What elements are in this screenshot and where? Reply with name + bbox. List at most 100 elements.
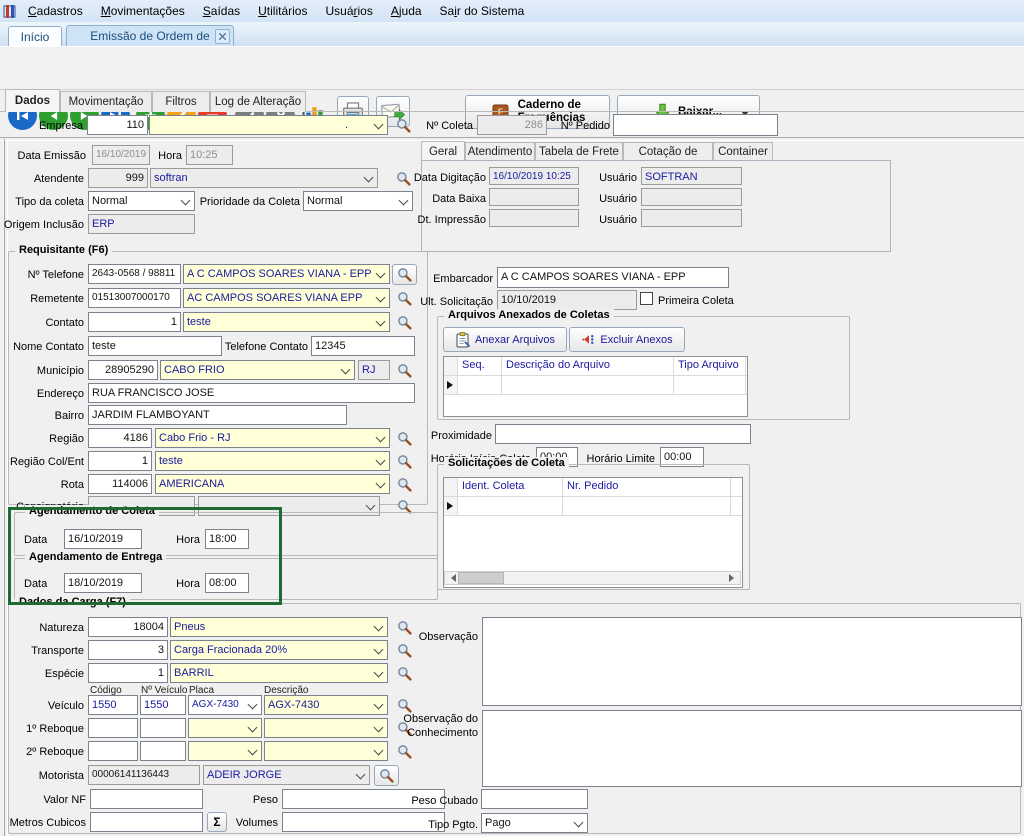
agend-coleta-hora-field[interactable]: 18:00 (205, 529, 249, 549)
reboque2-descricao-combo[interactable] (264, 741, 388, 761)
regiao-nome-combo[interactable]: Cabo Frio - RJ (155, 428, 390, 448)
close-tab-icon[interactable] (215, 29, 230, 44)
embarcador-field[interactable]: A C CAMPOS SOARES VIANA - EPP (497, 267, 729, 288)
municipio-code-field[interactable]: 28905290 (88, 360, 158, 380)
contato-search-icon[interactable] (394, 312, 415, 333)
solicitacoes-grid-row[interactable] (444, 497, 742, 516)
rota-nome-combo[interactable]: AMERICANA (155, 474, 390, 494)
menu-item-usuarios[interactable]: Usuários (316, 0, 381, 22)
endereco-field[interactable]: RUA FRANCISCO JOSE (88, 383, 415, 403)
geral-tab-tabela-frete[interactable]: Tabela de Frete (535, 142, 623, 161)
solicitacoes-grid[interactable]: Ident. Coleta Nr. Pedido (443, 477, 743, 588)
remetente-field[interactable]: 01513007000170 (88, 288, 181, 308)
reboque2-codigo-field[interactable] (88, 741, 138, 761)
geral-tab-atendimento[interactable]: Atendimento (465, 142, 535, 161)
primeira-coleta-checkbox[interactable] (640, 292, 653, 305)
telefone-search-button[interactable] (392, 264, 417, 285)
menu-item-cadastros[interactable]: Cadastros (19, 0, 92, 22)
geral-tab-container[interactable]: Container (713, 142, 773, 161)
peso-cubado-field[interactable] (481, 789, 588, 809)
tab-inicio[interactable]: Início (8, 26, 62, 46)
regiao-code-field[interactable]: 4186 (88, 428, 152, 448)
bairro-field[interactable]: JARDIM FLAMBOYANT (88, 405, 347, 425)
contato-nome-combo[interactable]: teste (183, 312, 390, 332)
geral-tab-cotacao-frete[interactable]: Cotação de Frete (623, 142, 713, 161)
reboque2-label: 2º Reboque (0, 743, 84, 761)
telefone-nome-combo[interactable]: A C CAMPOS SOARES VIANA - EPP (183, 264, 390, 284)
veiculo-codigo-field[interactable]: 1550 (88, 695, 138, 715)
reboque1-placa-combo[interactable] (188, 718, 262, 738)
contato-code-field[interactable]: 1 (88, 312, 181, 332)
natureza-combo[interactable]: Pneus (170, 617, 388, 637)
reboque1-descricao-combo[interactable] (264, 718, 388, 738)
agend-coleta-data-field[interactable]: 16/10/2019 (64, 529, 142, 549)
municipio-nome-combo[interactable]: CABO FRIO (160, 360, 355, 380)
reboque1-codigo-field[interactable] (88, 718, 138, 738)
menu-item-utilitarios[interactable]: Utilitários (249, 0, 316, 22)
especie-code-field[interactable]: 1 (88, 663, 168, 683)
form-tab-dados[interactable]: Dados (5, 89, 60, 112)
remetente-nome-combo[interactable]: AC CAMPOS SOARES VIANA EPP (183, 288, 390, 308)
horizontal-scrollbar[interactable] (444, 571, 741, 585)
regiao-colent-code-field[interactable]: 1 (88, 451, 152, 471)
reboque2-placa-combo[interactable] (188, 741, 262, 761)
current-row-icon (447, 381, 457, 389)
especie-combo[interactable]: BARRIL (170, 663, 388, 683)
sum-button[interactable]: Σ (207, 812, 227, 832)
transporte-combo[interactable]: Carga Fracionada 20% (170, 640, 388, 660)
menu-item-movimentacoes[interactable]: Movimentações (92, 0, 194, 22)
menu-item-ajuda[interactable]: Ajuda (382, 0, 431, 22)
menu-item-saidas[interactable]: Saídas (194, 0, 249, 22)
form-tab-filtros[interactable]: Filtros (152, 91, 210, 112)
form-tab-log-alteracao[interactable]: Log de Alteração (210, 91, 306, 112)
natureza-code-field[interactable]: 18004 (88, 617, 168, 637)
veiculo-placa-combo[interactable]: AGX-7430 (188, 695, 262, 715)
primeira-coleta-label: Primeira Coleta (658, 292, 748, 310)
scroll-left-icon[interactable] (445, 572, 458, 584)
scroll-right-icon[interactable] (727, 572, 740, 584)
motorista-search-button[interactable] (374, 765, 399, 786)
reboque2-num-field[interactable] (140, 741, 186, 761)
telefone-field[interactable]: 2643-0568 / 98811 (88, 264, 181, 284)
observacao-textarea[interactable] (482, 617, 1022, 706)
transporte-code-field[interactable]: 3 (88, 640, 168, 660)
reboque2-search-icon[interactable] (394, 741, 415, 762)
observacao-conhecimento-textarea[interactable] (482, 710, 1022, 787)
telefone-contato-field[interactable]: 12345 (311, 336, 415, 356)
veiculo-num-field[interactable]: 1550 (140, 695, 186, 715)
municipio-search-icon[interactable] (394, 360, 415, 381)
empresa-code-field[interactable]: 110 (87, 115, 148, 135)
rota-code-field[interactable]: 114006 (88, 474, 152, 494)
tab-emissao-ordem-coleta[interactable]: Emissão de Ordem de Coleta (66, 25, 234, 46)
menu-item-sair-do-sistema[interactable]: Sair do Sistema (431, 0, 534, 22)
motorista-nome-combo[interactable]: ADEIR JORGE (203, 765, 370, 785)
excluir-anexos-button[interactable]: Excluir Anexos (569, 327, 685, 352)
form-tab-movimentacao[interactable]: Movimentação (60, 91, 152, 112)
regiao-colent-search-icon[interactable] (394, 451, 415, 472)
tipo-pgto-combo[interactable]: Pago (481, 813, 588, 833)
rota-search-icon[interactable] (394, 474, 415, 495)
npedido-field[interactable] (613, 114, 778, 136)
atendente-name-combo[interactable]: softran (150, 168, 378, 188)
veiculo-label: Veículo (0, 697, 84, 715)
proximidade-field[interactable] (495, 424, 751, 444)
empresa-name-combo[interactable]: . (149, 115, 388, 135)
anexos-grid-row[interactable] (444, 376, 747, 395)
metros-cubicos-field[interactable] (90, 812, 203, 832)
anexar-arquivos-button[interactable]: Anexar Arquivos (443, 327, 567, 352)
veiculo-descricao-combo[interactable]: AGX-7430 (264, 695, 388, 715)
prioridade-combo[interactable]: Normal (303, 191, 413, 211)
agend-entrega-hora-field[interactable]: 08:00 (205, 573, 249, 593)
valor-nf-field[interactable] (90, 789, 203, 809)
regiao-colent-combo[interactable]: teste (155, 451, 390, 471)
regiao-search-icon[interactable] (394, 428, 415, 449)
scrollbar-thumb[interactable] (458, 572, 504, 584)
geral-tab-geral[interactable]: Geral (421, 141, 465, 161)
agend-entrega-data-field[interactable]: 18/10/2019 (64, 573, 142, 593)
tipo-coleta-combo[interactable]: Normal (88, 191, 195, 211)
reboque1-num-field[interactable] (140, 718, 186, 738)
anexos-grid[interactable]: Seq. Descrição do Arquivo Tipo Arquivo (443, 356, 748, 417)
especie-search-icon[interactable] (394, 663, 415, 684)
nome-contato-field[interactable]: teste (88, 336, 222, 356)
col-seq: Seq. (458, 357, 502, 375)
